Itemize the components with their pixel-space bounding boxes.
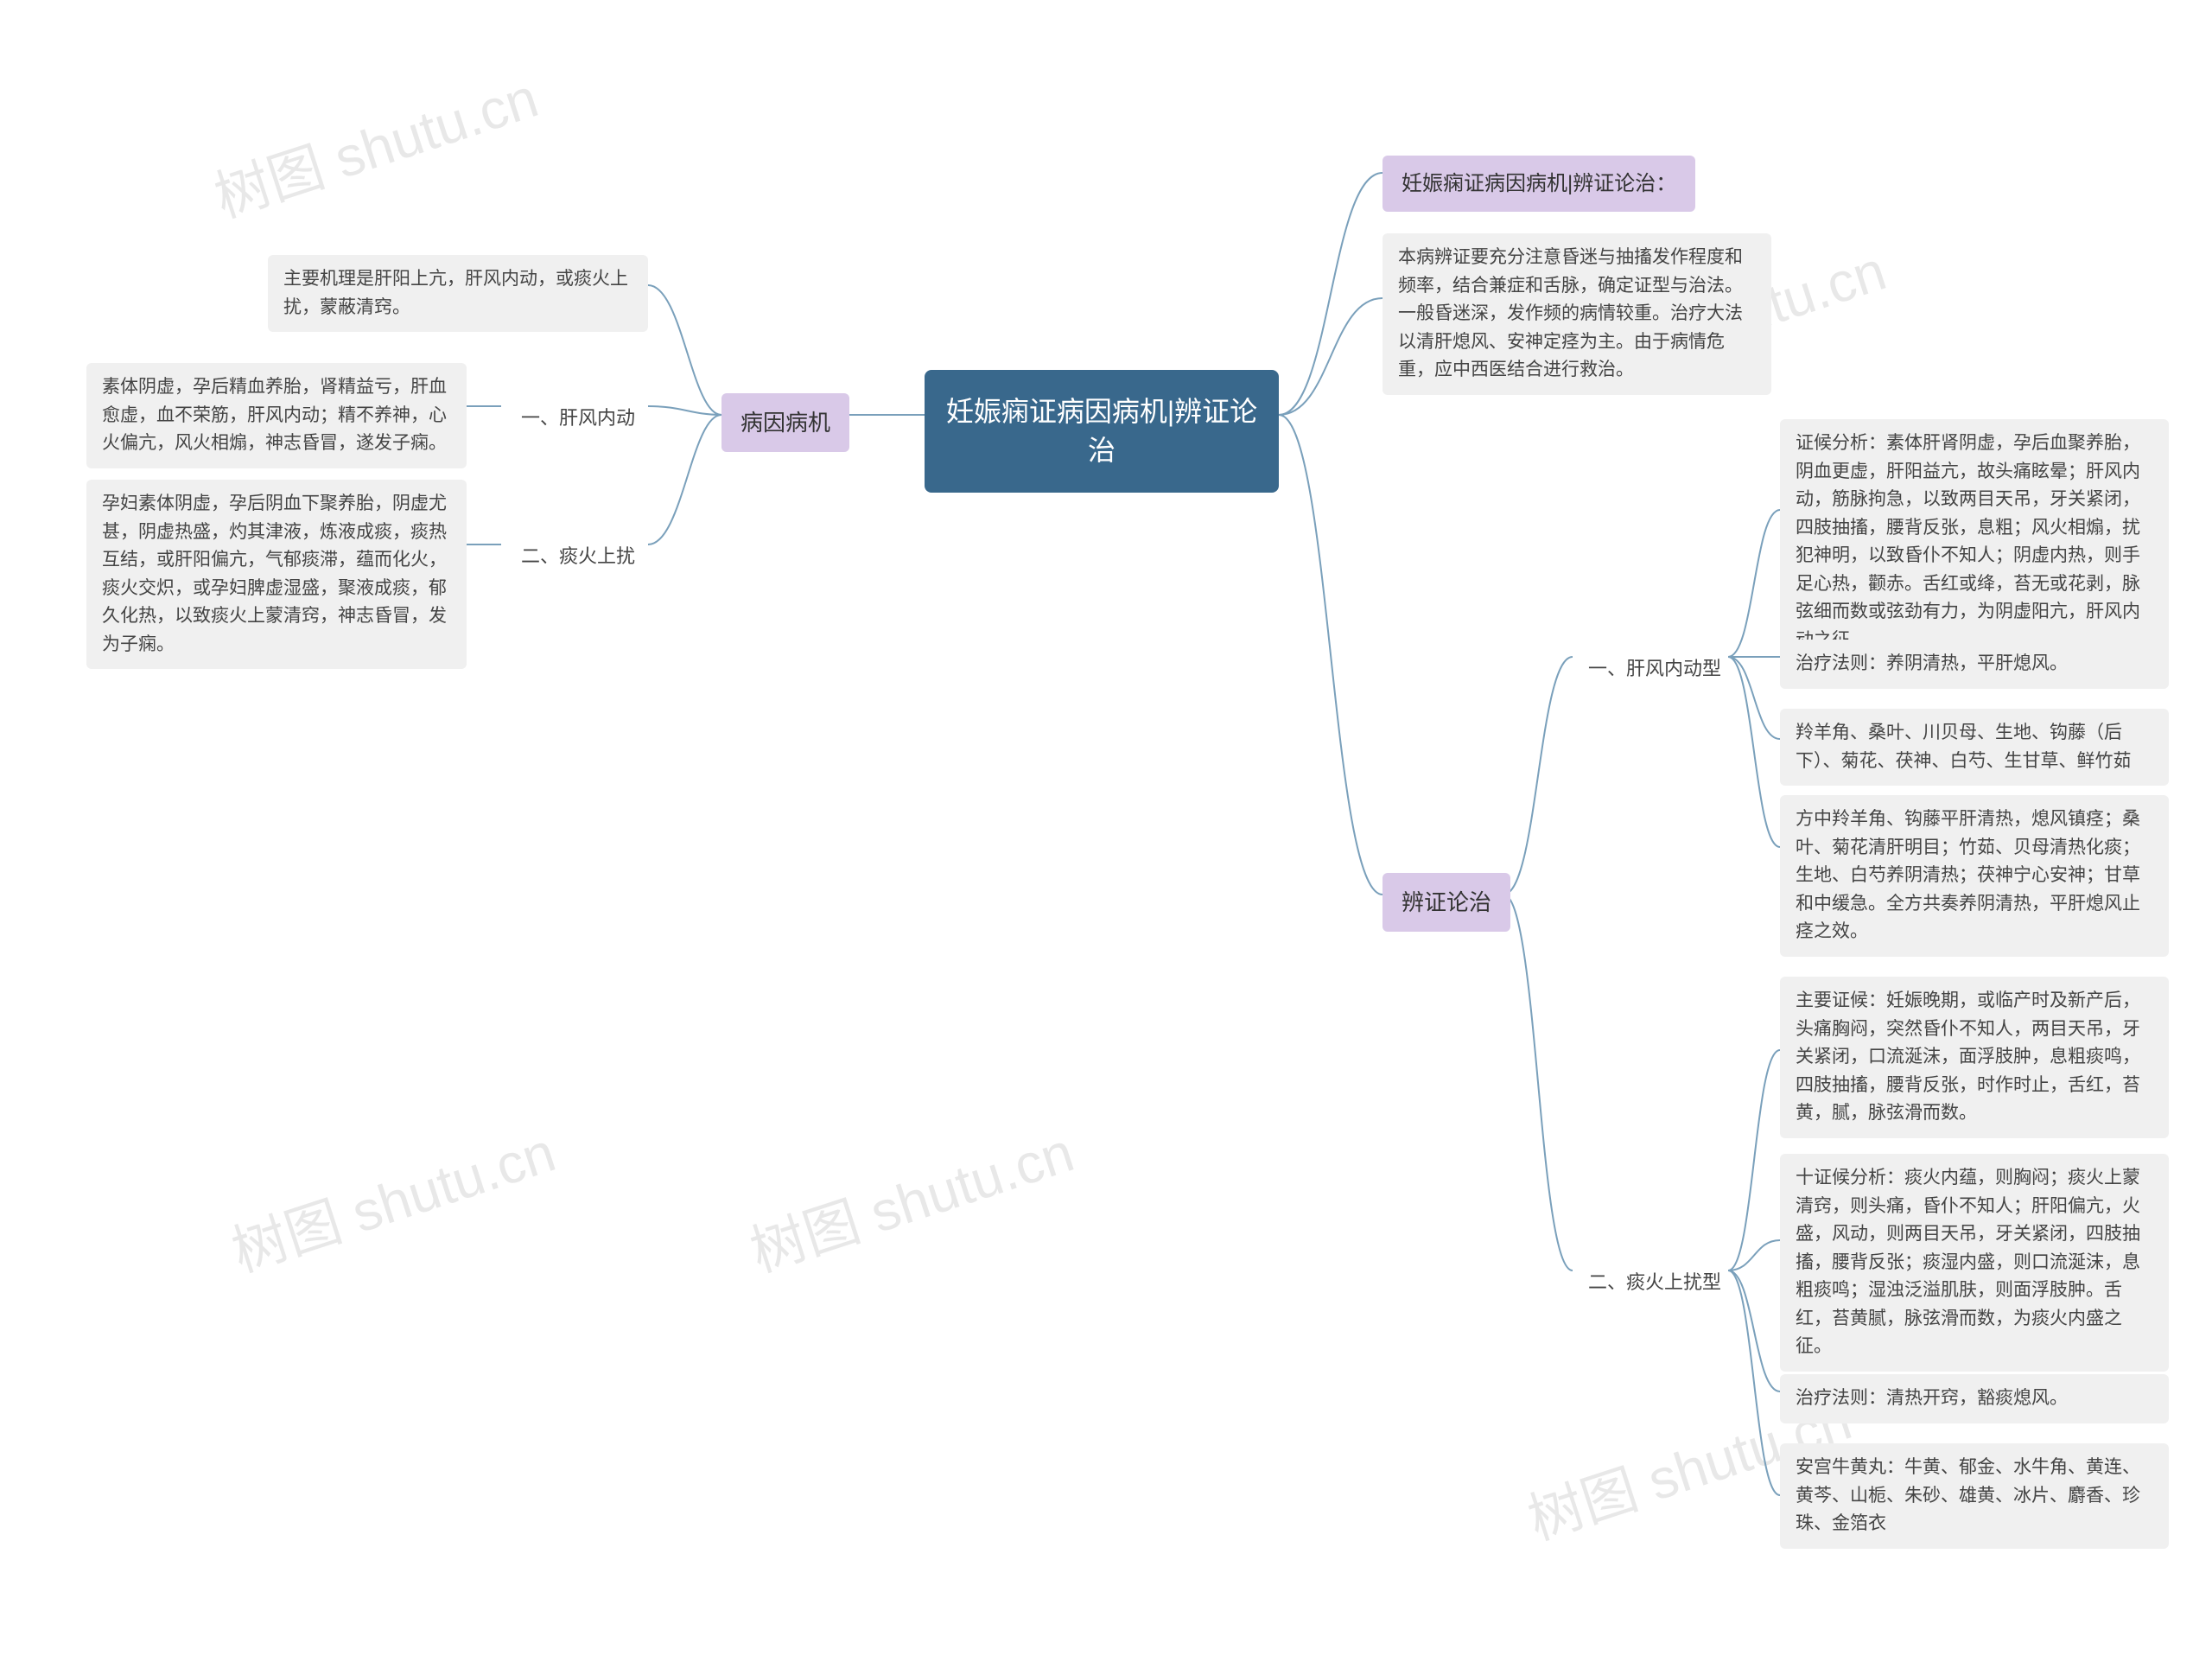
type-1-block-2: 羚羊角、桑叶、川贝母、生地、钩藤（后下）、菊花、茯神、白芍、生甘草、鲜竹茹 [1780, 709, 2169, 786]
etiology-item-2-label[interactable]: 二、痰火上扰 [505, 532, 651, 582]
watermark: 树图 shutu.cn [220, 1108, 563, 1287]
branch-differentiation[interactable]: 辨证论治 [1382, 873, 1510, 932]
etiology-item-2-text: 孕妇素体阴虚，孕后阴血下聚养胎，阴虚尤甚，阴虚热盛，灼其津液，炼液成痰，痰热互结… [86, 480, 467, 669]
watermark: 树图 shutu.cn [203, 54, 546, 232]
etiology-item-1-text: 素体阴虚，孕后精血养胎，肾精益亏，肝血愈虚，血不荣筋，肝风内动；精不养神，心火偏… [86, 363, 467, 468]
root-node[interactable]: 妊娠痫证病因病机|辨证论治 [925, 370, 1279, 493]
type-1-label[interactable]: 一、肝风内动型 [1573, 644, 1737, 694]
type-1-block-1: 治疗法则：养阴清热，平肝熄风。 [1780, 640, 2169, 689]
branch-etiology[interactable]: 病因病机 [721, 393, 849, 452]
etiology-intro: 主要机理是肝阳上亢，肝风内动，或痰火上扰，蒙蔽清窍。 [268, 255, 648, 332]
etiology-item-1-label[interactable]: 一、肝风内动 [505, 393, 651, 443]
right-header[interactable]: 妊娠痫证病因病机|辨证论治： [1382, 156, 1695, 212]
type-2-block-3: 安宫牛黄丸：牛黄、郁金、水牛角、黄连、黄芩、山栀、朱砂、雄黄、冰片、麝香、珍珠、… [1780, 1443, 2169, 1549]
watermark: 树图 shutu.cn [739, 1108, 1082, 1287]
type-1-block-0: 证候分析：素体肝肾阴虚，孕后血聚养胎，阴血更虚，肝阳益亢，故头痛眩晕；肝风内动，… [1780, 419, 2169, 665]
overview-text: 本病辨证要充分注意昏迷与抽搐发作程度和频率，结合兼症和舌脉，确定证型与治法。一般… [1382, 233, 1771, 395]
type-2-block-1: 十证候分析：痰火内蕴，则胸闷；痰火上蒙清窍，则头痛，昏仆不知人；肝阳偏亢，火盛，… [1780, 1154, 2169, 1372]
type-2-block-2: 治疗法则：清热开窍，豁痰熄风。 [1780, 1374, 2169, 1423]
type-1-block-3: 方中羚羊角、钩藤平肝清热，熄风镇痉；桑叶、菊花清肝明目；竹茹、贝母清热化痰；生地… [1780, 795, 2169, 957]
type-2-label[interactable]: 二、痰火上扰型 [1573, 1258, 1737, 1308]
type-2-block-0: 主要证候：妊娠晚期，或临产时及新产后，头痛胸闷，突然昏仆不知人，两目天吊，牙关紧… [1780, 977, 2169, 1138]
